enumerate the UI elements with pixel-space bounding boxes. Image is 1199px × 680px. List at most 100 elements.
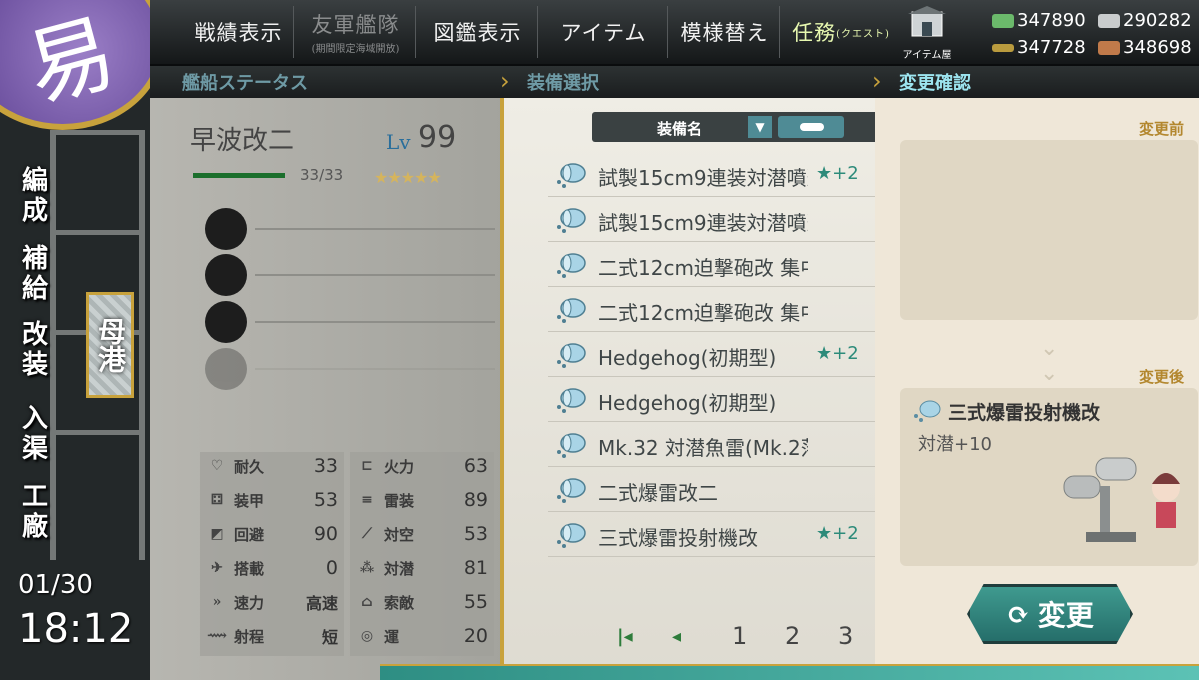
level-label: Lv [386,130,411,154]
breadcrumb-equipment-select: 装備選択 [527,73,599,94]
depth-charge-icon [557,298,586,323]
stat-hp: ♡ 耐久 33 [204,452,344,480]
sidebar-button-formation[interactable]: 編成 [4,162,66,230]
menu-record[interactable]: 戦績表示 [184,6,294,58]
equipment-list-item[interactable]: 試製15cm9連装対潜噴進砲 [548,199,880,242]
lifebuoy-icon: ◎ [360,628,374,644]
ship-level: 99 [418,120,457,155]
armor-icon: ⚃ [210,492,224,508]
menu-items[interactable]: アイテム [540,6,668,58]
breadcrumb-confirm: 変更確認 [899,73,971,94]
sort-dropdown-icon[interactable]: ▼ [748,116,772,138]
depth-charge-icon [557,478,586,503]
after-equipment-stat: 対潜+10 [918,434,992,455]
depth-charge-icon [557,253,586,278]
equipment-name: 二式12cm迫撃砲改 集中配備 [598,301,808,325]
chevron-right-icon: › [500,67,510,95]
prev-page-icon[interactable]: ◂ [672,626,681,647]
menu-friend-fleet[interactable]: 友軍艦隊 (期間限定海域開放) [296,6,416,58]
steel-icon [1098,13,1120,28]
depth-charge-icon [557,343,586,368]
sidebar-button-remodel[interactable]: 改装 [4,316,66,384]
stat-aircraft: ✈ 搭載 0 [204,554,344,582]
page-1[interactable]: 1 [732,622,747,650]
depth-charge-icon [914,400,941,422]
clock-display: 18:12 [18,606,134,652]
sidebar-button-repair[interactable]: 入渠 [4,400,66,468]
equipment-list-item[interactable]: 三式爆雷投射機改 ★+2 [548,514,880,557]
menu-furniture[interactable]: 模様替え [670,6,780,58]
chevron-right-icon: › [872,67,882,95]
date-display: 01/30 [18,570,93,600]
equipment-name: 三式爆雷投射機改 [598,526,758,550]
stat-speed: » 速力 高速 [204,588,344,616]
equipment-name: 二式爆雷改二 [598,481,718,505]
radar-icon: ⌂ [361,594,373,610]
sidebar-button-factory[interactable]: 工廠 [4,478,66,546]
sort-toggle[interactable] [778,116,844,138]
equipment-list-item[interactable]: 二式12cm迫撃砲改 集中配備 [548,289,880,332]
aa-gun-icon: ⟋ [362,526,372,542]
equipment-fairy-illustration-icon [1063,457,1180,542]
equipment-slot[interactable] [205,301,495,343]
torpedo-icon: ≡ [361,492,373,508]
double-chevron-down-icon: ⌄ ⌄ [1040,336,1059,386]
first-page-icon[interactable]: |◂ [617,626,633,647]
equipment-name: Mk.32 対潜魚雷(Mk.2落射機) [598,436,808,460]
equipment-slot[interactable] [205,208,495,250]
hp-bar [193,173,285,178]
depth-charge-icon [557,208,586,233]
stat-anti-air: ⟋ 対空 53 [354,520,494,548]
after-label: 変更後 [1139,368,1185,386]
home-port-button[interactable]: 母港 [86,292,134,398]
depth-charge-icon [557,163,586,188]
equipment-name: 試製15cm9連装対潜噴進砲 [598,211,808,235]
after-equipment-name: 三式爆雷投射機改 [948,402,1101,424]
fuel-resource: 347890 [992,10,1086,31]
improvement-level: ★+2 [816,163,859,184]
equipment-name: Hedgehog(初期型) [598,346,777,370]
resource-panel: 347890 290282 347728 348698 [988,6,1198,62]
equipment-list-item[interactable]: 試製15cm9連装対潜噴進砲 ★+2 [548,154,880,197]
depth-charge-icon [557,523,586,548]
equipment-list-item[interactable]: 二式12cm迫撃砲改 集中配備 [548,244,880,287]
speed-icon: » [212,594,222,610]
bauxite-icon [1098,40,1120,55]
menu-quests[interactable]: 任務 (クエスト) [782,6,900,58]
equipment-list-item[interactable]: Mk.32 対潜魚雷(Mk.2落射機) [548,424,880,467]
steel-resource: 290282 [1098,10,1192,31]
ship-name: 早波改二 [190,126,295,156]
change-button[interactable]: ⟳ 変更 [967,584,1133,644]
heart-icon: ♡ [210,458,224,474]
equipment-name: Hedgehog(初期型) [598,391,777,415]
before-equipment-box [900,140,1198,320]
page-2[interactable]: 2 [785,622,800,650]
evasion-icon: ◩ [210,526,224,542]
stat-evasion: ◩ 回避 90 [204,520,344,548]
bauxite-resource: 348698 [1098,37,1192,58]
stat-armor: ⚃ 装甲 53 [204,486,344,514]
stat-firepower: ⊏ 火力 63 [354,452,494,480]
equipment-slot[interactable] [205,254,495,296]
hp-text: 33/33 [300,166,344,184]
before-label: 変更前 [1139,120,1185,138]
depth-charge-icon [557,388,586,413]
stat-los: ⌂ 索敵 55 [354,588,494,616]
equipment-list-item[interactable]: 二式爆雷改二 [548,469,880,512]
ammo-resource: 347728 [992,37,1086,58]
refresh-icon: ⟳ [1006,597,1030,631]
equipment-list-item[interactable]: Hedgehog(初期型) ★+2 [548,334,880,377]
equipment-name: 試製15cm9連装対潜噴進砲 [598,166,808,190]
breadcrumb-ship-status: 艦船ステータス [182,73,308,94]
shop-building-icon [908,6,946,37]
stat-range: ⟿ 射程短 [204,622,344,650]
equipment-list-item[interactable]: Hedgehog(初期型) [548,379,880,422]
item-shop-button[interactable]: アイテム屋 [900,6,954,61]
stat-torpedo: ≡ 雷装 89 [354,486,494,514]
sidebar-button-supply[interactable]: 補給 [4,240,66,308]
depth-charge-icon [557,433,586,458]
menu-encyclopedia[interactable]: 図鑑表示 [418,6,538,58]
equipment-slot-empty [205,348,495,390]
page-3[interactable]: 3 [838,622,853,650]
ammo-icon [992,43,1014,52]
